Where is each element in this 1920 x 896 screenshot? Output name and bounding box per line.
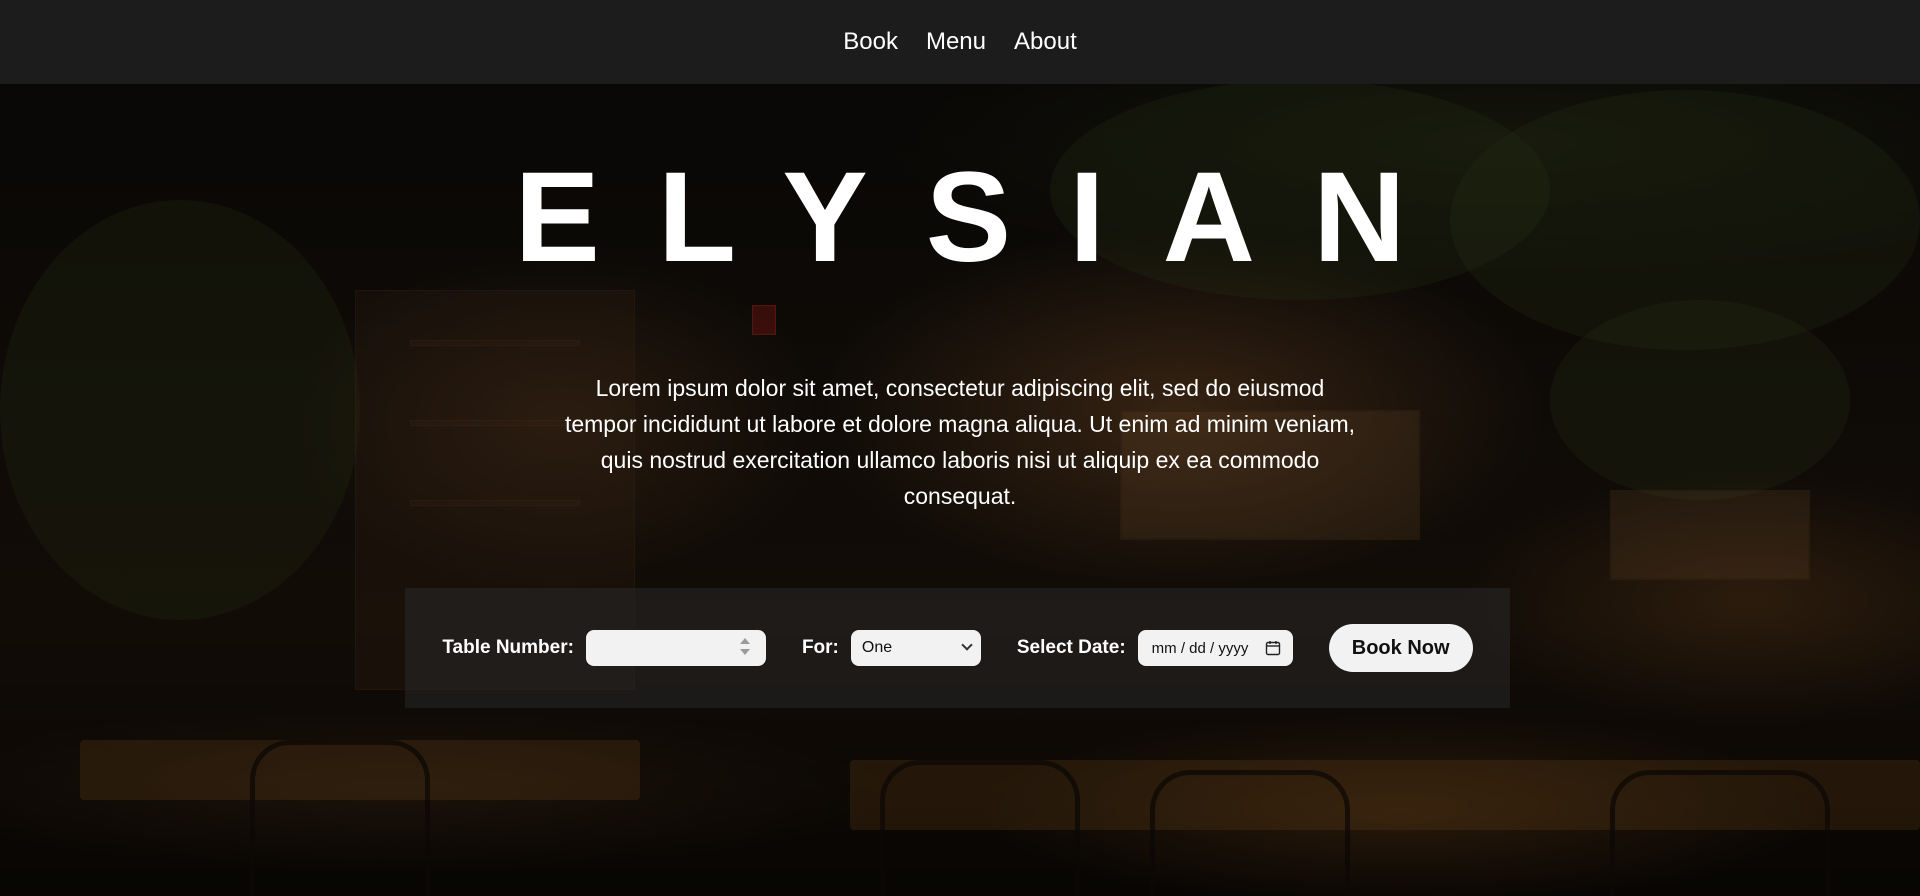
nav-link-about[interactable]: About <box>1014 28 1077 56</box>
booking-form: Table Number: For: One Select Date: mm /… <box>405 588 1510 708</box>
calendar-icon[interactable] <box>1265 640 1281 656</box>
for-label: For: <box>801 637 839 658</box>
table-number-label: Table Number: <box>442 637 574 658</box>
nav-link-book[interactable]: Book <box>843 28 898 56</box>
date-placeholder: mm / dd / yyyy <box>1151 639 1249 657</box>
nav-link-menu[interactable]: Menu <box>926 28 986 56</box>
party-size-select[interactable]: One <box>850 630 981 666</box>
table-number-input[interactable] <box>585 630 766 666</box>
hero-description: Lorem ipsum dolor sit amet, consectetur … <box>564 375 1356 509</box>
number-spinner-icon[interactable] <box>738 636 752 660</box>
hero-title: ELYSIAN <box>514 146 1464 289</box>
select-date-label: Select Date: <box>1016 637 1126 658</box>
top-navbar: Book Menu About <box>0 0 1920 84</box>
date-input[interactable]: mm / dd / yyyy <box>1137 630 1293 666</box>
party-size-selected: One <box>861 639 893 656</box>
book-now-button[interactable]: Book Now <box>1328 624 1473 672</box>
chevron-down-icon <box>961 639 973 651</box>
page: Book Menu About ELYSIAN Lorem ipsum dolo… <box>0 0 1920 896</box>
